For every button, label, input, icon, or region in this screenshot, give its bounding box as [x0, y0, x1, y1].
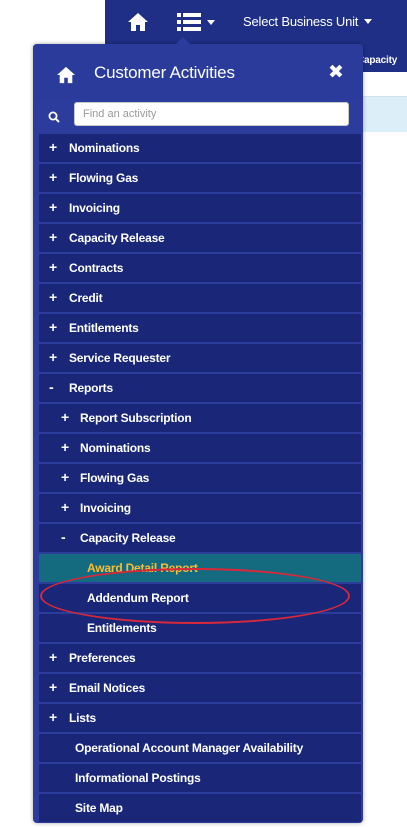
menu-item-preferences[interactable]: + Preferences [39, 644, 361, 672]
menu-item-label: Reports [69, 381, 113, 395]
menu-item-entitlements[interactable]: Entitlements [39, 614, 361, 642]
close-icon[interactable]: ✖ [328, 63, 344, 83]
menu-item-entitlements[interactable]: + Entitlements [39, 314, 361, 342]
expand-icon[interactable]: + [61, 500, 69, 514]
menu-item-addendum-report[interactable]: Addendum Report [39, 584, 361, 612]
menu-item-label: Informational Postings [75, 771, 201, 785]
menu-item-label: Addendum Report [87, 591, 189, 605]
panel-header: Customer Activities ✖ [33, 44, 363, 100]
list-menu-icon[interactable] [177, 12, 203, 32]
home-icon[interactable] [127, 12, 149, 32]
menu-item-label: Report Subscription [80, 411, 192, 425]
menu-item-flowing-gas[interactable]: + Flowing Gas [39, 464, 361, 492]
menu-item-label: Flowing Gas [80, 471, 150, 485]
menu-item-label: Award Detail Report [87, 561, 198, 575]
expand-icon[interactable]: + [61, 470, 69, 484]
menu-item-label: Preferences [69, 651, 136, 665]
menu-item-label: Entitlements [69, 321, 139, 335]
menu-item-email-notices[interactable]: + Email Notices [39, 674, 361, 702]
menu-item-label: Lists [69, 711, 97, 725]
menu-item-invoicing[interactable]: + Invoicing [39, 494, 361, 522]
expand-icon[interactable]: + [49, 200, 57, 214]
menu-item-report-subscription[interactable]: + Report Subscription [39, 404, 361, 432]
menu-item-label: Invoicing [80, 501, 131, 515]
menu-item-label: Capacity Release [69, 231, 165, 245]
expand-icon[interactable]: + [49, 710, 57, 724]
menu-item-label: Site Map [75, 801, 123, 815]
menu-item-label: Contracts [69, 261, 124, 275]
collapse-icon[interactable]: - [49, 380, 54, 394]
menu-item-contracts[interactable]: + Contracts [39, 254, 361, 282]
menu-item-label: Service Requester [69, 351, 171, 365]
expand-icon[interactable]: + [49, 290, 57, 304]
menu-item-invoicing[interactable]: + Invoicing [39, 194, 361, 222]
menu-item-nominations[interactable]: + Nominations [39, 434, 361, 462]
menu-item-site-map[interactable]: Site Map [39, 794, 361, 822]
panel-title: Customer Activities [94, 63, 235, 82]
menu-item-nominations[interactable]: + Nominations [39, 134, 361, 162]
activity-search-input[interactable] [74, 102, 349, 126]
menu-item-service-requester[interactable]: + Service Requester [39, 344, 361, 372]
menu-item-label: Flowing Gas [69, 171, 139, 185]
expand-icon[interactable]: + [49, 350, 57, 364]
activity-menu: + Nominations + Flowing Gas + Invoicing + Capac… [39, 134, 361, 824]
menu-item-label: Capacity Release [80, 531, 176, 545]
search-row [33, 102, 363, 130]
subnav-capacity[interactable]: Capacity [357, 55, 397, 66]
menu-item-lists[interactable]: + Lists [39, 704, 361, 732]
menu-caret-icon[interactable] [207, 20, 215, 25]
top-navbar: Select Business Unit [105, 0, 407, 44]
business-unit-label: Select Business Unit [243, 14, 359, 29]
home-icon[interactable] [56, 66, 76, 84]
menu-item-label: Entitlements [87, 621, 157, 635]
expand-icon[interactable]: + [49, 650, 57, 664]
panel-pointer [176, 37, 190, 44]
expand-icon[interactable]: + [49, 320, 57, 334]
menu-item-credit[interactable]: + Credit [39, 284, 361, 312]
expand-icon[interactable]: + [49, 680, 57, 694]
menu-item-label: Nominations [69, 141, 140, 155]
business-unit-dropdown[interactable]: Select Business Unit [243, 14, 373, 29]
expand-icon[interactable]: + [49, 260, 57, 274]
expand-icon[interactable]: + [49, 230, 57, 244]
customer-activities-panel: Customer Activities ✖ + Nominations + Flowi… [33, 37, 363, 824]
expand-icon[interactable]: + [49, 140, 57, 154]
expand-icon[interactable]: + [61, 410, 69, 424]
menu-item-reports[interactable]: - Reports [39, 374, 361, 402]
menu-item-operational-account-manager-availability[interactable]: Operational Account Manager Availability [39, 734, 361, 762]
caret-down-icon [364, 19, 373, 24]
expand-icon[interactable]: + [61, 440, 69, 454]
menu-item-label: Credit [69, 291, 103, 305]
search-icon [48, 111, 60, 123]
menu-item-flowing-gas[interactable]: + Flowing Gas [39, 164, 361, 192]
menu-item-informational-postings[interactable]: Informational Postings [39, 764, 361, 792]
menu-item-award-detail-report[interactable]: Award Detail Report [39, 554, 361, 582]
menu-item-label: Email Notices [69, 681, 146, 695]
menu-item-label: Nominations [80, 441, 151, 455]
menu-item-label: Operational Account Manager Availability [75, 741, 304, 755]
menu-item-capacity-release[interactable]: - Capacity Release [39, 524, 361, 552]
expand-icon[interactable]: + [49, 170, 57, 184]
menu-item-label: Invoicing [69, 201, 120, 215]
menu-item-capacity-release[interactable]: + Capacity Release [39, 224, 361, 252]
collapse-icon[interactable]: - [61, 530, 66, 544]
